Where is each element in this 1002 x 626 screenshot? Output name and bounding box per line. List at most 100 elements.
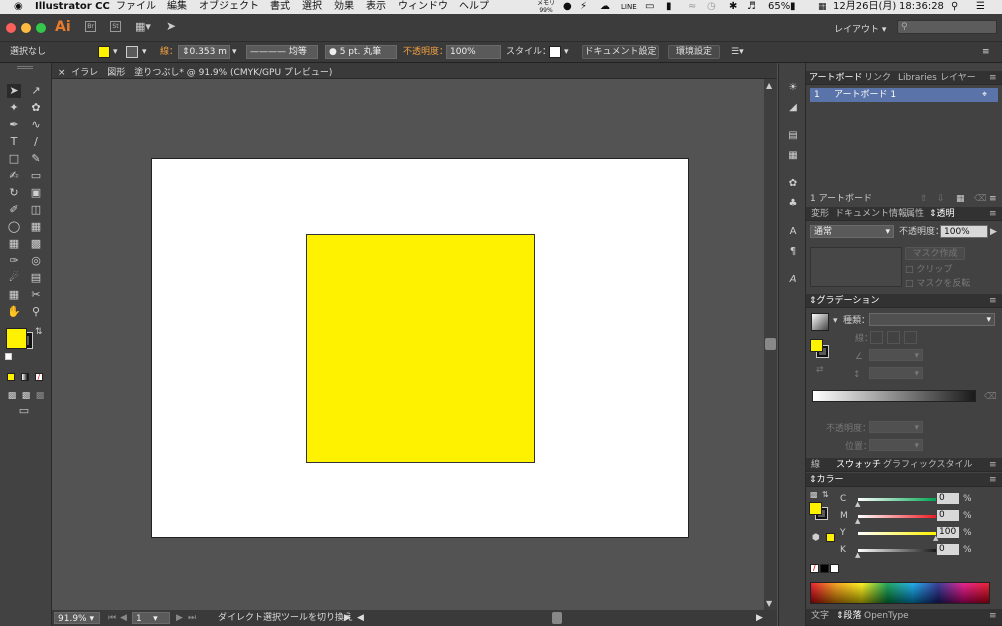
invert-mask-checkbox[interactable]: □ マスクを反転	[905, 278, 970, 290]
variable-width-profile[interactable]: ———— 均等	[246, 45, 318, 59]
align-panel-icon[interactable]: ▤	[786, 129, 800, 143]
menu-view[interactable]: 表示	[366, 1, 386, 13]
symbol-sprayer-tool-icon[interactable]: ☄	[7, 271, 21, 285]
transparency-opacity-input[interactable]: 100%	[940, 225, 988, 238]
calendar-icon[interactable]: ▦	[818, 1, 827, 13]
gradient-preview[interactable]	[811, 313, 829, 331]
scale-tool-icon[interactable]: ▣	[29, 186, 43, 200]
document-tab[interactable]: × イラレ 図形 塗りつぶし* @ 91.9% (CMYK/GPU プレビュー)	[58, 65, 332, 78]
menu-object[interactable]: オブジェクト	[199, 1, 259, 13]
time-machine-icon[interactable]: ◷	[707, 1, 716, 13]
menu-help[interactable]: ヘルプ	[459, 1, 489, 13]
rotate-tool-icon[interactable]: ↻	[7, 186, 21, 200]
artboard-number-input[interactable]: 1 ▾	[132, 612, 170, 624]
channel-y-slider[interactable]	[858, 532, 936, 535]
preferences-button[interactable]: 環境設定	[668, 45, 720, 59]
tab-document-info[interactable]: ドキュメント情報	[835, 208, 907, 220]
scroll-down-icon[interactable]: ▼	[766, 599, 772, 608]
menu-window[interactable]: ウィンドウ	[398, 1, 448, 13]
paintbrush-tool-icon[interactable]: ✎	[29, 152, 43, 166]
channel-k-value[interactable]: 0	[937, 544, 959, 555]
menu-edit[interactable]: 編集	[167, 1, 187, 13]
selection-tool-icon[interactable]: ➤	[7, 84, 21, 98]
stroke-color-swatch[interactable]	[126, 46, 138, 58]
style-chevron-icon[interactable]: ▾	[564, 46, 569, 58]
pathfinder-icon[interactable]: ▦	[786, 149, 800, 163]
horizontal-scroll-thumb[interactable]	[552, 612, 562, 624]
make-mask-button[interactable]: マスク作成	[905, 247, 965, 260]
color-mode-icon[interactable]	[7, 373, 15, 381]
tab-artboards[interactable]: アートボード	[809, 72, 862, 84]
fill-color-swatch[interactable]	[98, 46, 110, 58]
artboard-row-name[interactable]: アートボード 1	[834, 89, 896, 101]
tab-swatches[interactable]: スウォッチ	[836, 459, 881, 471]
first-artboard-icon[interactable]: ⏮	[108, 612, 116, 624]
align-options-icon[interactable]: ☰▾	[731, 46, 744, 58]
scroll-up-icon[interactable]: ▲	[766, 81, 772, 90]
status-icon[interactable]: ●	[563, 1, 572, 13]
character-styles-icon[interactable]: A	[786, 225, 800, 239]
shape-builder-tool-icon[interactable]: ◯	[7, 220, 21, 234]
new-artboard-icon[interactable]: ▦	[956, 193, 965, 205]
memory-indicator[interactable]: メモリ 99%	[537, 0, 555, 14]
transparency-panel-menu-icon[interactable]: ≡	[989, 208, 997, 220]
gradient-position-input[interactable]: ▾	[869, 439, 923, 451]
tab-libraries[interactable]: Libraries	[898, 72, 937, 84]
swap-fill-stroke-icon[interactable]: ⇅	[35, 327, 43, 337]
gradient-opacity-input[interactable]: ▾	[869, 421, 923, 433]
yellow-rectangle[interactable]	[306, 234, 535, 463]
fill-dropdown-chevron-icon[interactable]: ▾	[113, 46, 118, 58]
type-panel-menu-icon[interactable]: ≡	[989, 610, 997, 622]
screen-mode-icon[interactable]: ▭	[17, 404, 31, 418]
rectangle-tool-icon[interactable]: □	[7, 152, 21, 166]
fill-color-box[interactable]	[6, 328, 27, 349]
perspective-grid-tool-icon[interactable]: ▦	[29, 220, 43, 234]
lightning-icon[interactable]: ⚡	[580, 1, 587, 13]
scroll-left-icon[interactable]: ◀	[357, 612, 364, 624]
gradient-fill-box[interactable]	[810, 339, 823, 352]
glyphs-icon[interactable]: A	[786, 273, 800, 287]
shaper-tool-icon[interactable]: ✍	[7, 169, 21, 183]
blend-mode-select[interactable]: 通常 ▾	[810, 225, 894, 238]
control-panel-menu-icon[interactable]: ≡	[982, 46, 990, 58]
delete-stop-icon[interactable]: ⌫	[984, 391, 997, 403]
stroke-label[interactable]: 線：	[160, 46, 178, 58]
direct-selection-tool-icon[interactable]: ↗	[29, 84, 43, 98]
status-menu-arrow-icon[interactable]: ▶	[344, 612, 351, 624]
curvature-tool-icon[interactable]: ∿	[29, 118, 43, 132]
scroll-right-icon[interactable]: ▶	[756, 612, 763, 624]
opacity-input[interactable]: 100%	[446, 45, 501, 59]
line-segment-tool-icon[interactable]: ∕	[29, 135, 43, 149]
bridge-icon[interactable]: Br	[85, 21, 96, 32]
gradient-type-select[interactable]: ▾	[869, 313, 995, 326]
gradient-slider[interactable]	[812, 390, 976, 402]
draw-inside-icon[interactable]: ▩	[33, 389, 47, 403]
tab-color[interactable]: ⇕カラー	[809, 474, 844, 486]
battery-percent[interactable]: 65%	[768, 1, 790, 13]
mesh-tool-icon[interactable]: ▦	[7, 237, 21, 251]
clip-checkbox[interactable]: □ クリップ	[905, 264, 952, 276]
draw-normal-icon[interactable]: ▩	[5, 389, 19, 403]
date-label[interactable]: 12月26日(月)	[833, 1, 896, 13]
time-label[interactable]: 18:36:28	[899, 1, 944, 13]
symbols-icon[interactable]: ♣	[786, 197, 800, 211]
cloud-icon[interactable]: ☁	[600, 1, 610, 13]
canvas-area[interactable]	[52, 79, 764, 610]
arrange-documents-icon[interactable]: ▦▾	[135, 20, 151, 33]
opacity-stepper-icon[interactable]: ▶	[990, 226, 997, 238]
artboards-panel-menu-icon[interactable]: ≡	[989, 193, 997, 205]
gradient-tool-icon[interactable]: ▩	[29, 237, 43, 251]
move-down-icon[interactable]: ⇩	[937, 193, 945, 205]
tools-grip[interactable]	[17, 66, 33, 69]
apple-menu-icon[interactable]: ◉	[14, 1, 23, 13]
gradient-mode-icon[interactable]	[21, 373, 29, 381]
menu-effect[interactable]: 効果	[334, 1, 354, 13]
gpu-performance-icon[interactable]: ➤	[166, 19, 176, 33]
color-panel-menu-icon[interactable]: ≡	[989, 474, 997, 486]
channel-y-value[interactable]: 100	[937, 527, 959, 538]
tab-opentype[interactable]: OpenType	[864, 610, 909, 622]
stroke-weight-input[interactable]: ⇕0.353 m	[178, 45, 230, 59]
gradient-aspect-input[interactable]: ▾	[869, 367, 923, 379]
tab-character[interactable]: 文字	[811, 610, 829, 622]
hand-tool-icon[interactable]: ✋	[7, 305, 21, 319]
